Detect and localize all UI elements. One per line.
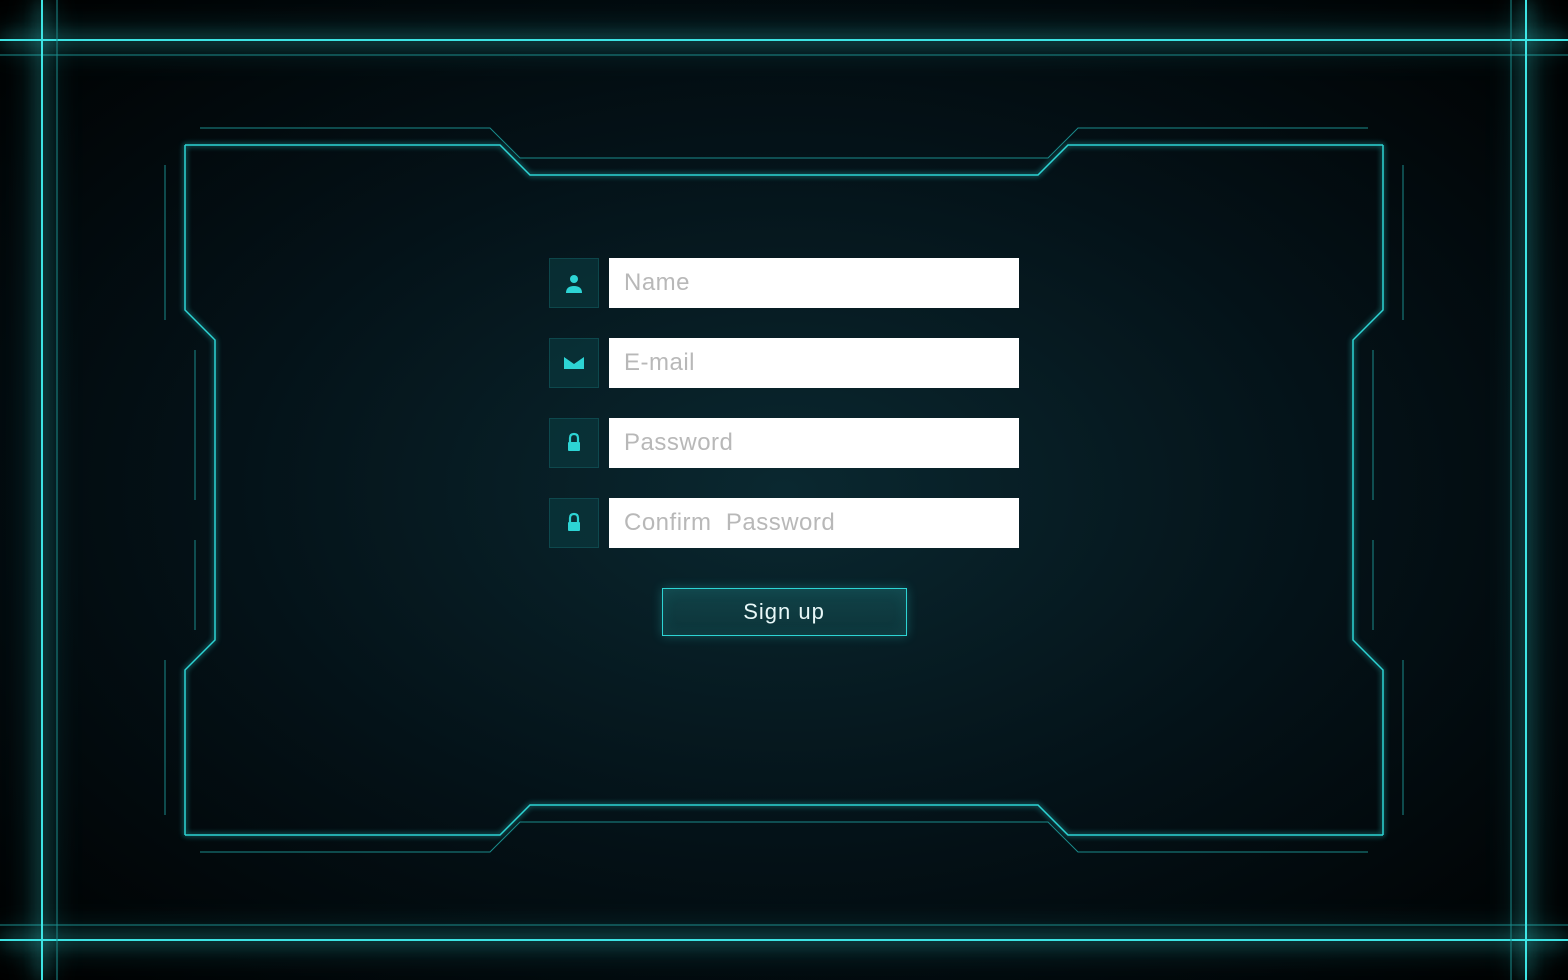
lock-icon	[562, 431, 586, 455]
signup-form: Sign up	[549, 258, 1019, 636]
name-input[interactable]	[609, 258, 1019, 308]
confirm-password-row	[549, 498, 1019, 548]
signup-button[interactable]: Sign up	[662, 588, 907, 636]
lock-icon-box-confirm	[549, 498, 599, 548]
email-row	[549, 338, 1019, 388]
mail-icon-box	[549, 338, 599, 388]
lock-icon	[562, 511, 586, 535]
email-input[interactable]	[609, 338, 1019, 388]
password-input[interactable]	[609, 418, 1019, 468]
user-icon	[562, 271, 586, 295]
lock-icon-box	[549, 418, 599, 468]
mail-icon	[562, 351, 586, 375]
confirm-password-input[interactable]	[609, 498, 1019, 548]
name-row	[549, 258, 1019, 308]
button-row: Sign up	[549, 588, 1019, 636]
password-row	[549, 418, 1019, 468]
user-icon-box	[549, 258, 599, 308]
